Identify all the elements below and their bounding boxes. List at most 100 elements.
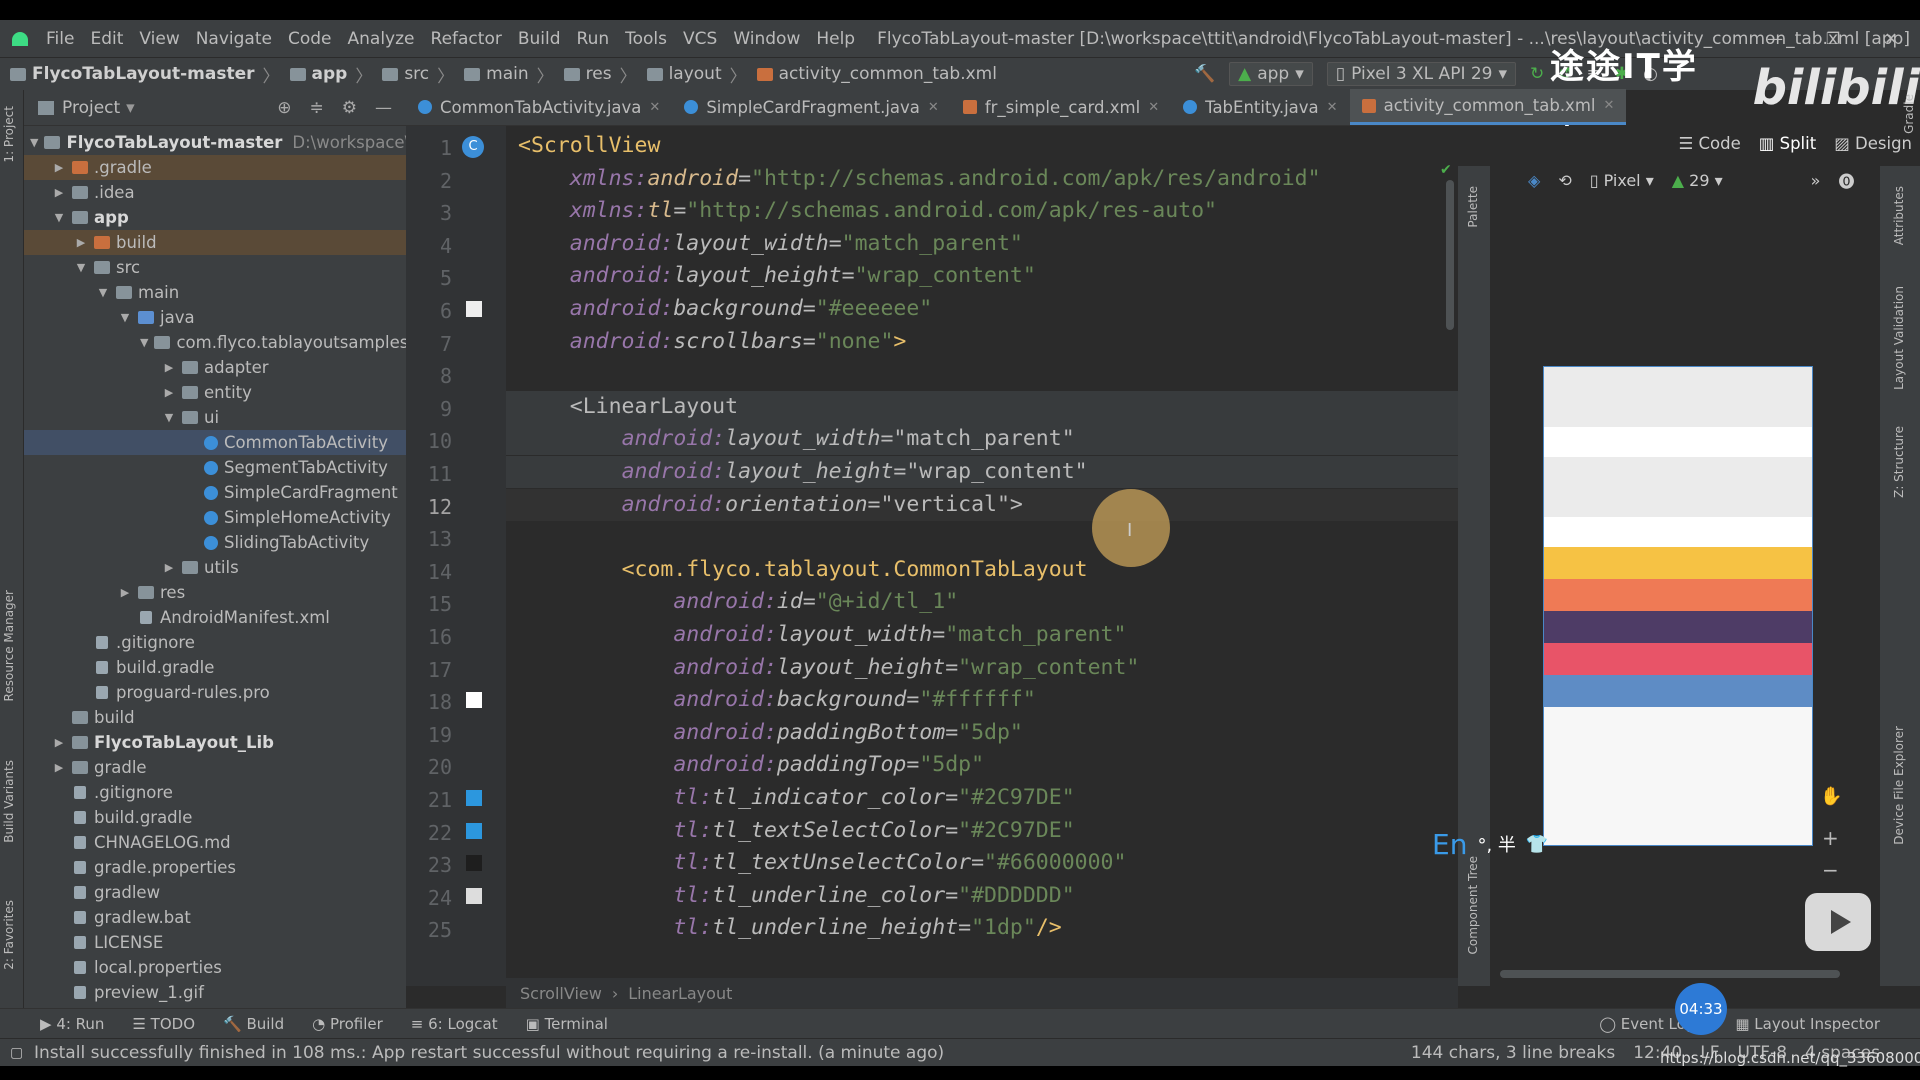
tree-item[interactable]: ▼ app <box>24 205 406 230</box>
editor-tab[interactable]: SimpleCardFragment.java ✕ <box>672 89 950 125</box>
crumb-res[interactable]: res 〉 <box>563 62 637 87</box>
chevron-down-icon[interactable]: ▾ <box>126 98 135 118</box>
tree-item[interactable]: ▼ FlycoTabLayout-master D:\workspace\ttit <box>24 130 406 155</box>
code-line[interactable]: tl:tl_underline_height="1dp"/> <box>506 912 1458 944</box>
expand-icon[interactable]: » <box>1811 171 1821 190</box>
tree-item[interactable]: build <box>24 705 406 730</box>
code-line[interactable]: android:scrollbars="none"> <box>506 326 1458 358</box>
xml-crumb-scrollview[interactable]: ScrollView <box>520 984 602 1003</box>
zoom-in-icon[interactable]: + <box>1822 826 1839 850</box>
project-view-select[interactable]: Project <box>62 98 120 118</box>
collapse-arrow-icon[interactable]: ▶ <box>52 161 66 174</box>
structure-tab[interactable]: Z: Structure <box>1892 426 1906 498</box>
code-line[interactable]: android:layout_width="match_parent" <box>506 423 1458 456</box>
color-swatch-icon[interactable] <box>466 692 482 709</box>
code-mode-button[interactable]: ☰ Code <box>1678 134 1740 153</box>
collapse-arrow-icon[interactable]: ▶ <box>118 586 132 599</box>
menu-vcs[interactable]: VCS <box>683 29 717 49</box>
design-h-scrollbar[interactable] <box>1500 970 1840 978</box>
menu-analyze[interactable]: Analyze <box>348 29 415 49</box>
code-line[interactable]: tl:tl_textSelectColor="#2C97DE" <box>506 815 1458 847</box>
collapse-arrow-icon[interactable]: ▶ <box>162 561 176 574</box>
resource-manager-tab[interactable]: Resource Manager <box>2 590 16 701</box>
layout-inspector-tab[interactable]: ▦ Layout Inspector <box>1735 1015 1880 1033</box>
tree-item[interactable]: ▼ com.flyco.tablayoutsamples <box>24 330 406 355</box>
code-line[interactable]: <LinearLayout <box>506 390 1458 423</box>
collapse-arrow-icon[interactable]: ▶ <box>74 236 88 249</box>
tree-item[interactable]: build.gradle <box>24 655 406 680</box>
tree-item[interactable]: SlidingTabActivity <box>24 530 406 555</box>
expand-arrow-icon[interactable]: ▼ <box>162 411 176 424</box>
tree-item[interactable]: ▶ entity <box>24 380 406 405</box>
code-line[interactable]: android:layout_width="match_parent" <box>506 228 1458 260</box>
pan-hand-icon[interactable]: ✋ <box>1820 786 1842 807</box>
tree-item[interactable]: ▼ java <box>24 305 406 330</box>
tree-item[interactable]: ▼ main <box>24 280 406 305</box>
layout-preview[interactable] <box>1543 366 1813 846</box>
close-tab-icon[interactable]: ✕ <box>1327 100 1338 115</box>
menu-build[interactable]: Build <box>518 29 561 49</box>
collapse-arrow-icon[interactable]: ▶ <box>52 186 66 199</box>
tree-item[interactable]: AndroidManifest.xml <box>24 605 406 630</box>
menu-tools[interactable]: Tools <box>625 29 667 49</box>
collapse-arrow-icon[interactable]: ▶ <box>162 361 176 374</box>
class-marker-icon[interactable]: C <box>462 136 484 158</box>
code-editor[interactable]: <ScrollView xmlns:android="http://schema… <box>506 126 1458 986</box>
tree-item[interactable]: ▶ build <box>24 230 406 255</box>
code-line[interactable]: <ScrollView <box>506 130 1458 162</box>
editor-tab[interactable]: activity_common_tab.xml ✕ <box>1349 89 1627 125</box>
video-play-icon[interactable] <box>1805 893 1871 951</box>
terminal-tool-tab[interactable]: ▣ Terminal <box>526 1015 608 1033</box>
close-tab-icon[interactable]: ✕ <box>649 100 660 115</box>
tree-item[interactable]: ▶ FlycoTabLayout_Lib <box>24 730 406 755</box>
menu-navigate[interactable]: Navigate <box>196 29 272 49</box>
menu-help[interactable]: Help <box>816 29 855 49</box>
apply-changes-icon[interactable]: ↻ <box>1530 64 1544 84</box>
expand-arrow-icon[interactable]: ▼ <box>118 311 132 324</box>
code-line[interactable]: <com.flyco.tablayout.CommonTabLayout <box>506 554 1458 586</box>
code-line[interactable] <box>506 358 1458 390</box>
locate-icon[interactable]: ⊕ <box>277 98 291 118</box>
run-config-select[interactable]: ▲ app ▾ <box>1229 62 1313 86</box>
api-level-select[interactable]: ▲ 29 ▾ <box>1672 171 1723 190</box>
crumb-src[interactable]: src 〉 <box>382 62 454 87</box>
layout-validation-tab[interactable]: Layout Validation <box>1892 286 1906 390</box>
crumb-main[interactable]: main 〉 <box>464 62 554 87</box>
code-line[interactable]: xmlns:android="http://schemas.android.co… <box>506 163 1458 195</box>
crumb-app[interactable]: app 〉 <box>289 62 372 87</box>
expand-arrow-icon[interactable]: ▼ <box>140 336 148 349</box>
orientation-icon[interactable]: ⟲ <box>1558 171 1571 190</box>
menu-file[interactable]: File <box>46 29 74 49</box>
editor-tab[interactable]: TabEntity.java ✕ <box>1171 89 1349 125</box>
todo-tool-tab[interactable]: ☰ TODO <box>132 1015 195 1033</box>
color-swatch-icon[interactable] <box>466 887 482 904</box>
code-line[interactable]: android:id="@+id/tl_1" <box>506 586 1458 618</box>
code-line[interactable]: android:layout_width="match_parent" <box>506 619 1458 651</box>
color-swatch-icon[interactable] <box>466 790 482 806</box>
hammer-build-icon[interactable]: 🔨 <box>1194 64 1215 84</box>
project-tool-tab[interactable]: 1: Project <box>2 106 16 163</box>
tree-item[interactable]: .gitignore <box>24 630 406 655</box>
attributes-tab[interactable]: Attributes <box>1892 186 1906 245</box>
close-tab-icon[interactable]: ✕ <box>1148 100 1159 115</box>
status-square-icon[interactable]: ▢ <box>10 1045 23 1061</box>
tree-item[interactable]: ▼ src <box>24 255 406 280</box>
logcat-tool-tab[interactable]: ≡ 6: Logcat <box>411 1015 498 1033</box>
device-select[interactable]: ▯ Pixel 3 XL API 29 ▾ <box>1326 62 1517 86</box>
code-line[interactable]: tl:tl_underline_color="#DDDDDD" <box>506 880 1458 912</box>
tree-item[interactable]: ▶ adapter <box>24 355 406 380</box>
tree-item[interactable]: gradlew <box>24 880 406 905</box>
editor-tab[interactable]: fr_simple_card.xml ✕ <box>951 89 1171 125</box>
close-tab-icon[interactable]: ✕ <box>928 100 939 115</box>
device-file-explorer-tab[interactable]: Device File Explorer <box>1892 726 1906 845</box>
tree-item[interactable]: gradlew.bat <box>24 905 406 930</box>
menu-refactor[interactable]: Refactor <box>431 29 502 49</box>
expand-arrow-icon[interactable]: ▼ <box>74 261 88 274</box>
tree-item[interactable]: build.gradle <box>24 805 406 830</box>
profiler-tool-tab[interactable]: ◔ Profiler <box>312 1015 383 1033</box>
crumb-layout[interactable]: layout 〉 <box>646 62 747 87</box>
collapse-arrow-icon[interactable]: ▶ <box>52 736 66 749</box>
tree-item[interactable]: SimpleHomeActivity <box>24 505 406 530</box>
device-preview-select[interactable]: ▯ Pixel ▾ <box>1590 171 1654 190</box>
expand-arrow-icon[interactable]: ▼ <box>30 136 38 149</box>
